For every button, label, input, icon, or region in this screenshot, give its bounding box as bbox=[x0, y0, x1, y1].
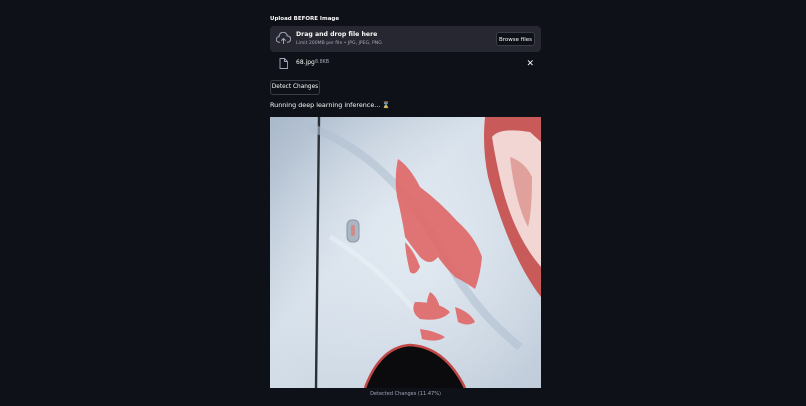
detect-changes-button[interactable]: Detect Changes bbox=[270, 80, 320, 95]
file-dropzone[interactable]: Drag and drop file here Limit 200MB per … bbox=[270, 26, 541, 52]
result-image bbox=[270, 117, 541, 388]
browse-files-button[interactable]: Browse files bbox=[496, 32, 535, 46]
close-icon[interactable]: ✕ bbox=[526, 58, 534, 70]
status-message: Running deep learning inference... ⌛ bbox=[270, 101, 390, 109]
cloud-upload-icon bbox=[276, 32, 291, 44]
file-icon bbox=[279, 58, 288, 69]
car-door-image bbox=[270, 117, 541, 388]
image-caption: Detected Changes (11.47%) bbox=[370, 391, 441, 397]
dropzone-title: Drag and drop file here bbox=[296, 31, 378, 38]
uploaded-file-row: 68.jpg 8.8KB ✕ bbox=[270, 57, 541, 71]
hourglass-icon: ⌛ bbox=[382, 101, 391, 109]
dropzone-limit: Limit 200MB per file • JPG, JPEG, PNG bbox=[296, 41, 382, 46]
file-size: 8.8KB bbox=[315, 60, 330, 65]
file-name: 68.jpg bbox=[296, 59, 315, 66]
status-text: Running deep learning inference... bbox=[270, 101, 381, 109]
upload-label: Upload BEFORE Image bbox=[270, 16, 340, 22]
